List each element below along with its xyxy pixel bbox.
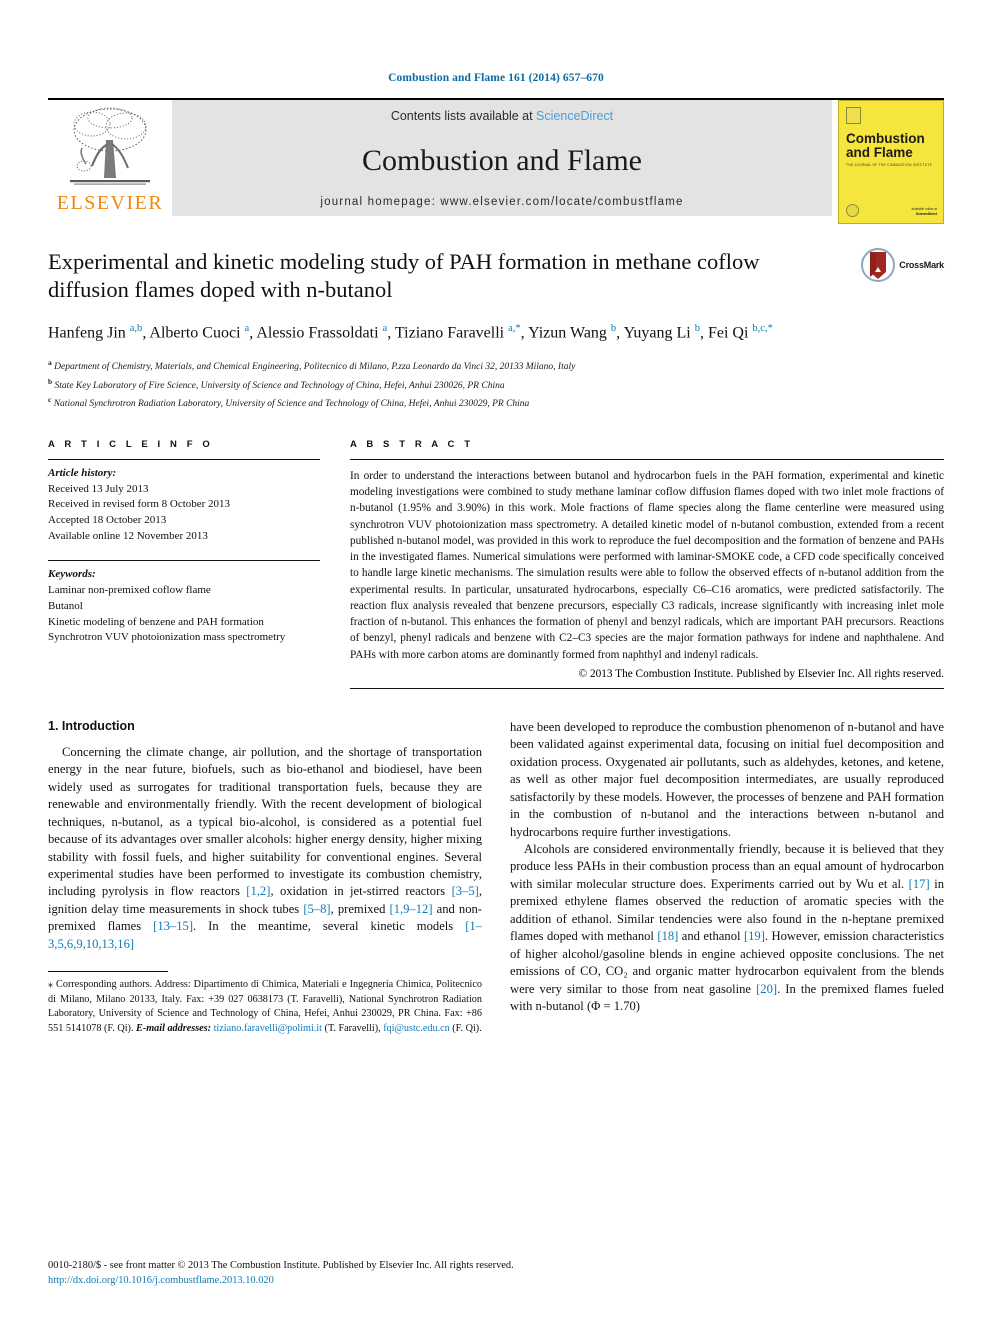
abstract-rule-bottom — [350, 687, 944, 689]
body-column-left: 1. Introduction Concerning the climate c… — [48, 719, 482, 1036]
affiliation-item: a Department of Chemistry, Materials, an… — [48, 357, 944, 376]
abstract-column: A B S T R A C T In order to understand t… — [350, 439, 944, 689]
info-abstract-section: A R T I C L E I N F O Article history: R… — [48, 439, 944, 689]
citation-ref[interactable]: [17] — [909, 877, 930, 891]
author-list: Hanfeng Jin a,b, Alberto Cuoci a, Alessi… — [48, 322, 773, 342]
abstract-copyright: © 2013 The Combustion Institute. Publish… — [578, 667, 944, 680]
cover-footer-line2: ScienceDirect — [915, 212, 937, 217]
citation-ref[interactable]: [18] — [657, 929, 678, 943]
citation-ref[interactable]: [5–8] — [303, 902, 330, 916]
page-title: Experimental and kinetic modeling study … — [48, 249, 760, 303]
contents-prefix: Contents lists available at — [390, 109, 537, 123]
intro-paragraph-left: Concerning the climate change, air pollu… — [48, 744, 482, 951]
citation-ref[interactable]: [20] — [756, 982, 777, 996]
section-title-introduction: 1. Introduction — [48, 718, 135, 733]
crossmark-label: CrossMark — [899, 260, 944, 270]
abstract-text: In order to understand the interactions … — [350, 469, 944, 661]
affiliation-text: State Key Laboratory of Fire Science, Un… — [54, 380, 505, 391]
journal-homepage-link[interactable]: journal homepage: www.elsevier.com/locat… — [172, 196, 832, 208]
cover-subtitle: THE JOURNAL OF THE COMBUSTION INSTITUTE — [846, 162, 933, 167]
intro-paragraph-right-1: have been developed to reproduce the com… — [510, 719, 944, 839]
citation-ref[interactable]: [19] — [744, 929, 765, 943]
crossmark-icon — [861, 248, 896, 282]
journal-cover-thumbnail: Combustion and Flame THE JOURNAL OF THE … — [832, 100, 944, 224]
cover-title-line2: and Flame — [846, 144, 913, 160]
history-item: Available online 12 November 2013 — [48, 529, 208, 542]
email-addresses-label: E-mail addresses: — [136, 1022, 212, 1034]
citation-ref[interactable]: [1,9–12] — [390, 902, 433, 916]
paper-page: Combustion and Flame 161 (2014) 657–670 — [0, 0, 992, 1323]
sciencedirect-link[interactable]: ScienceDirect — [536, 109, 613, 123]
intro-paragraph-right-2: Alcohols are considered environmentally … — [510, 842, 945, 1013]
article-info-column: A R T I C L E I N F O Article history: R… — [48, 439, 320, 689]
affiliation-mark: a — [48, 358, 52, 368]
body-column-right: have been developed to reproduce the com… — [510, 719, 944, 1036]
corresponding-author-footnote: ⁎ Corresponding authors. Address: Dipart… — [48, 979, 482, 1034]
article-info-heading: A R T I C L E I N F O — [48, 438, 214, 450]
cover-publisher-badge-icon — [846, 107, 861, 124]
masthead-band: Contents lists available at ScienceDirec… — [172, 100, 832, 216]
elsevier-logo: ELSEVIER — [48, 100, 172, 216]
abstract-heading: A B S T R A C T — [350, 438, 474, 450]
keywords-block: Keywords: Laminar non-premixed coflow fl… — [48, 561, 320, 646]
cover-footer: available online at ScienceDirect — [911, 207, 937, 217]
history-item: Received 13 July 2013 — [48, 482, 149, 495]
cover-seal-icon — [846, 204, 859, 217]
affiliation-mark: b — [48, 376, 53, 386]
contents-available-line: Contents lists available at ScienceDirec… — [172, 109, 832, 123]
elsevier-tree-icon — [70, 107, 150, 185]
keyword-item: Kinetic modeling of benzene and PAH form… — [48, 615, 264, 628]
page-footer: 0010-2180/$ - see front matter © 2013 Th… — [48, 1258, 944, 1288]
history-item: Received in revised form 8 October 2013 — [48, 498, 231, 511]
history-item: Accepted 18 October 2013 — [48, 513, 167, 526]
email-link-2[interactable]: fqi@ustc.edu.cn — [383, 1023, 450, 1034]
body-columns: 1. Introduction Concerning the climate c… — [48, 719, 944, 1036]
article-history-block: Article history: Received 13 July 2013 R… — [48, 460, 320, 545]
affiliation-mark: c — [48, 395, 52, 405]
page-footer-line1: 0010-2180/$ - see front matter © 2013 Th… — [48, 1259, 514, 1271]
affiliation-text: Department of Chemistry, Materials, and … — [54, 362, 576, 373]
journal-masthead: ELSEVIER Contents lists available at Sci… — [48, 98, 944, 224]
article-history-label: Article history: — [48, 466, 117, 479]
affiliation-list: a Department of Chemistry, Materials, an… — [48, 357, 944, 413]
affiliation-text: National Synchrotron Radiation Laborator… — [53, 399, 530, 410]
citation-ref[interactable]: [1,2] — [246, 884, 270, 898]
affiliation-item: c National Synchrotron Radiation Laborat… — [48, 394, 944, 413]
page-footer-doi-link[interactable]: http://dx.doi.org/10.1016/j.combustflame… — [48, 1273, 944, 1288]
cover-image: Combustion and Flame THE JOURNAL OF THE … — [838, 100, 944, 224]
footnote-marker: ⁎ — [48, 979, 54, 991]
affiliation-item: b State Key Laboratory of Fire Science, … — [48, 376, 944, 395]
footnote-rule — [48, 971, 168, 973]
title-block: Experimental and kinetic modeling study … — [48, 248, 944, 413]
citation-ref[interactable]: [1–3,5,6,9,10,13,16] — [48, 919, 482, 950]
keyword-item: Synchrotron VUV photoionization mass spe… — [48, 631, 286, 644]
cover-title-line1: Combustion — [846, 131, 925, 146]
keyword-item: Laminar non-premixed coflow flame — [48, 584, 211, 597]
citation-ref[interactable]: [3–5] — [452, 884, 479, 898]
keywords-label: Keywords: — [48, 568, 96, 581]
email-link-1[interactable]: tiziano.faravelli@polimi.it — [214, 1023, 322, 1034]
journal-title: Combustion and Flame — [362, 143, 642, 177]
crossmark-badge[interactable]: CrossMark — [861, 248, 944, 282]
running-head: Combustion and Flame 161 (2014) 657–670 — [388, 72, 604, 84]
citation-ref[interactable]: [13–15] — [153, 919, 193, 933]
elsevier-wordmark: ELSEVIER — [56, 192, 164, 214]
keyword-item: Butanol — [48, 599, 83, 612]
